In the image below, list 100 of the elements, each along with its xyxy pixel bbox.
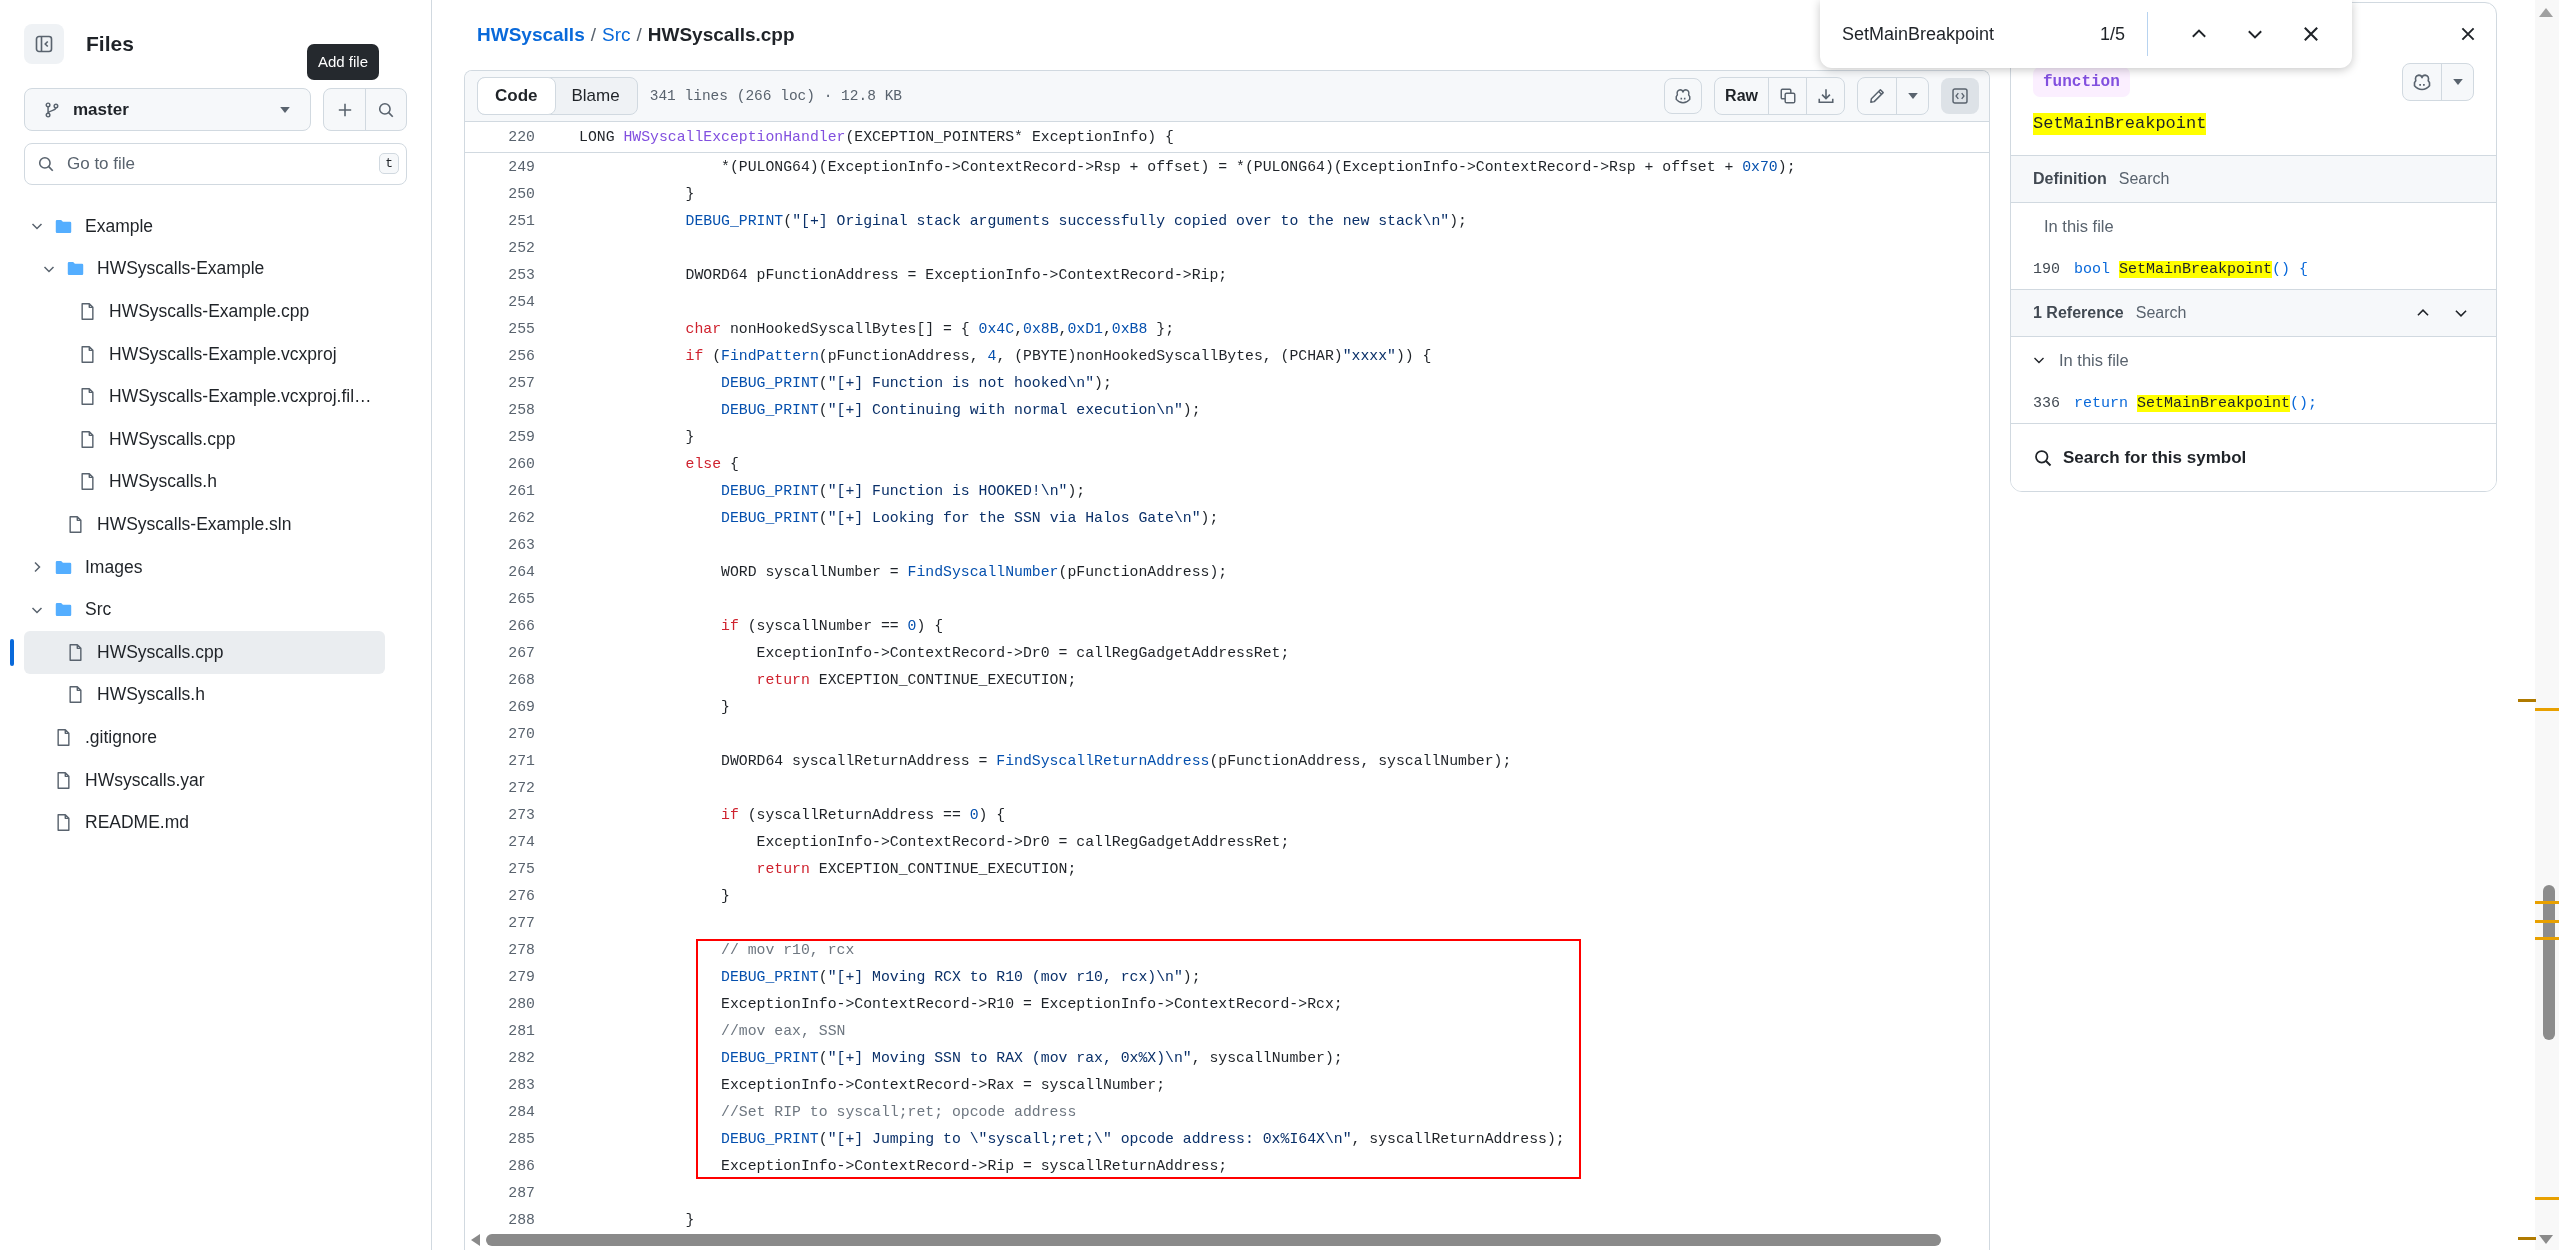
search-icon [377, 100, 395, 119]
search-icon [37, 155, 55, 173]
file-icon [66, 514, 85, 534]
line-number: 268 [507, 671, 535, 688]
line-number: 274 [507, 833, 535, 850]
line-number: 252 [507, 239, 535, 256]
line-number: 254 [507, 293, 535, 310]
path-separator: / [590, 24, 596, 46]
collapse-sidebar-button[interactable] [24, 24, 64, 64]
file-group-toggle[interactable]: In this file [2031, 350, 2129, 370]
symbols-panel-toggle[interactable] [1941, 78, 1979, 114]
file-item[interactable]: .gitignore [24, 716, 385, 759]
repo-link[interactable]: HWSyscalls [477, 24, 585, 46]
symbol-kind-tag: function [2033, 67, 2130, 97]
file-icon [78, 302, 97, 321]
line-number: 261 [507, 482, 535, 499]
search-symbol-button[interactable]: Search for this symbol [2011, 423, 2496, 491]
code-line: DEBUG_PRINT("[+] Function is not hooked\n"); [720, 374, 1112, 391]
line-number: 260 [507, 455, 535, 472]
scroll-down-arrow[interactable] [2539, 1235, 2553, 1244]
code-line: if (syscallNumber == 0) { [720, 617, 944, 634]
line-number: 263 [507, 536, 535, 553]
line-number: 280 [507, 995, 535, 1012]
line-number: 278 [507, 941, 535, 958]
line-number: 262 [507, 509, 535, 526]
find-field[interactable]: SetMainBreakpoint [1842, 23, 2090, 45]
file-icon [78, 429, 97, 449]
branch-icon [43, 100, 61, 119]
line-number: 285 [507, 1130, 535, 1147]
folder-link[interactable]: Src [602, 24, 631, 46]
code-line: else { [684, 455, 739, 472]
code-line: } [684, 428, 695, 445]
file-icon [66, 642, 85, 662]
pencil-icon [1868, 87, 1886, 105]
file-item[interactable]: HWsyscalls.yar [24, 758, 385, 802]
line-number: 267 [507, 644, 535, 661]
code-line: ExceptionInfo->ContextRecord->Rip = syscallReturnAddress; [720, 1157, 1228, 1174]
code-line: ExceptionInfo->ContextRecord->R10 = ExceptionInfo->ContextRecord->Rcx; [720, 995, 1343, 1012]
horizontal-scrollbar-thumb[interactable] [486, 1234, 1941, 1246]
code-line: ExceptionInfo->ContextRecord->Rax = syscallNumber; [720, 1076, 1166, 1093]
file-item[interactable]: HWSyscalls-Example.sln [24, 503, 385, 546]
view-tab[interactable]: Blame [554, 78, 637, 114]
line-number: 265 [507, 590, 535, 607]
search-link[interactable]: Search [2118, 170, 2170, 188]
line-number: 269 [507, 698, 535, 715]
file-item[interactable]: README.md [24, 801, 385, 844]
file-item[interactable]: HWSyscalls-Example.vcxproj [24, 332, 385, 376]
code-line: DEBUG_PRINT("[+] Original stack arguments successfully copied over to the new stack\n"); [684, 212, 1467, 229]
file-item[interactable]: HWSyscalls.h [24, 460, 385, 504]
download-icon [1816, 87, 1835, 105]
line-number: 220 [507, 129, 535, 145]
code-line: ExceptionInfo->ContextRecord->Dr0 = callRegGadgetAddressRet; [755, 833, 1290, 850]
line-number: 266 [507, 617, 535, 634]
code-line: DEBUG_PRINT("[+] Moving SSN to RAX (mov rax, 0x%X)\n", syscallNumber); [720, 1049, 1343, 1066]
folder-item[interactable]: Images [24, 545, 385, 589]
line-number: 283 [507, 1076, 535, 1093]
code-line: } [720, 698, 730, 715]
line-number: 249 [507, 158, 535, 175]
code-line: DEBUG_PRINT("[+] Jumping to \"syscall;ret;\" opcode address: 0x%I64X\n", syscallReturnAddress); [720, 1130, 1565, 1147]
copilot-icon [2412, 72, 2432, 92]
code-line: return EXCEPTION_CONTINUE_EXECUTION; [755, 860, 1077, 877]
match-marker [2535, 708, 2559, 711]
search-link[interactable]: Search [2135, 304, 2187, 322]
code-line: ExceptionInfo->ContextRecord->Dr0 = callRegGadgetAddressRet; [755, 644, 1290, 661]
scope-label: In this file [2044, 216, 2114, 236]
code-line: } [684, 185, 695, 202]
view-tab[interactable]: Code [477, 77, 556, 115]
folder-item[interactable]: Src [24, 588, 385, 631]
line-number: 277 [507, 914, 535, 931]
line-number: 287 [507, 1184, 535, 1201]
folder-item[interactable]: Example [24, 205, 385, 248]
caret-icon [2452, 79, 2463, 85]
caret-icon [1907, 93, 1918, 99]
file-item[interactable]: HWSyscalls-Example.vcxproj.fil… [24, 375, 385, 418]
copilot-button[interactable] [1664, 78, 1703, 114]
scroll-up-arrow[interactable] [2539, 8, 2553, 17]
folder-item[interactable]: HWSyscalls-Example [24, 247, 385, 291]
vertical-scrollbar-thumb[interactable] [2543, 885, 2555, 1040]
file-item[interactable]: HWSyscalls-Example.cpp [24, 290, 385, 333]
line-number: 279 [507, 968, 535, 985]
copy-icon [1778, 87, 1797, 105]
line-number: 259 [507, 428, 535, 445]
line-number: 336 [2033, 394, 2060, 412]
line-number: 281 [507, 1022, 535, 1039]
file-item[interactable]: HWSyscalls.h [24, 673, 385, 717]
match-marker [2535, 920, 2559, 923]
search-icon [2033, 447, 2053, 468]
match-marker [2518, 1237, 2536, 1240]
code-line: char nonHookedSyscallBytes[] = { 0x4C,0x8B,0xD1,0xB8 }; [684, 320, 1175, 337]
code-line: DEBUG_PRINT("[+] Continuing with normal execution\n"); [720, 401, 1201, 418]
line-number: 255 [507, 320, 535, 337]
line-number: 258 [507, 401, 535, 418]
line-number: 256 [507, 347, 535, 364]
file-item[interactable]: HWSyscalls.cpp [24, 417, 385, 461]
file-icon [54, 727, 73, 747]
code-line: if (syscallReturnAddress == 0) { [720, 806, 1006, 823]
branch-select[interactable]: master [24, 88, 311, 131]
line-number: 270 [507, 725, 535, 742]
sidebar-title: Files [86, 32, 134, 56]
line-number: 264 [507, 563, 535, 580]
